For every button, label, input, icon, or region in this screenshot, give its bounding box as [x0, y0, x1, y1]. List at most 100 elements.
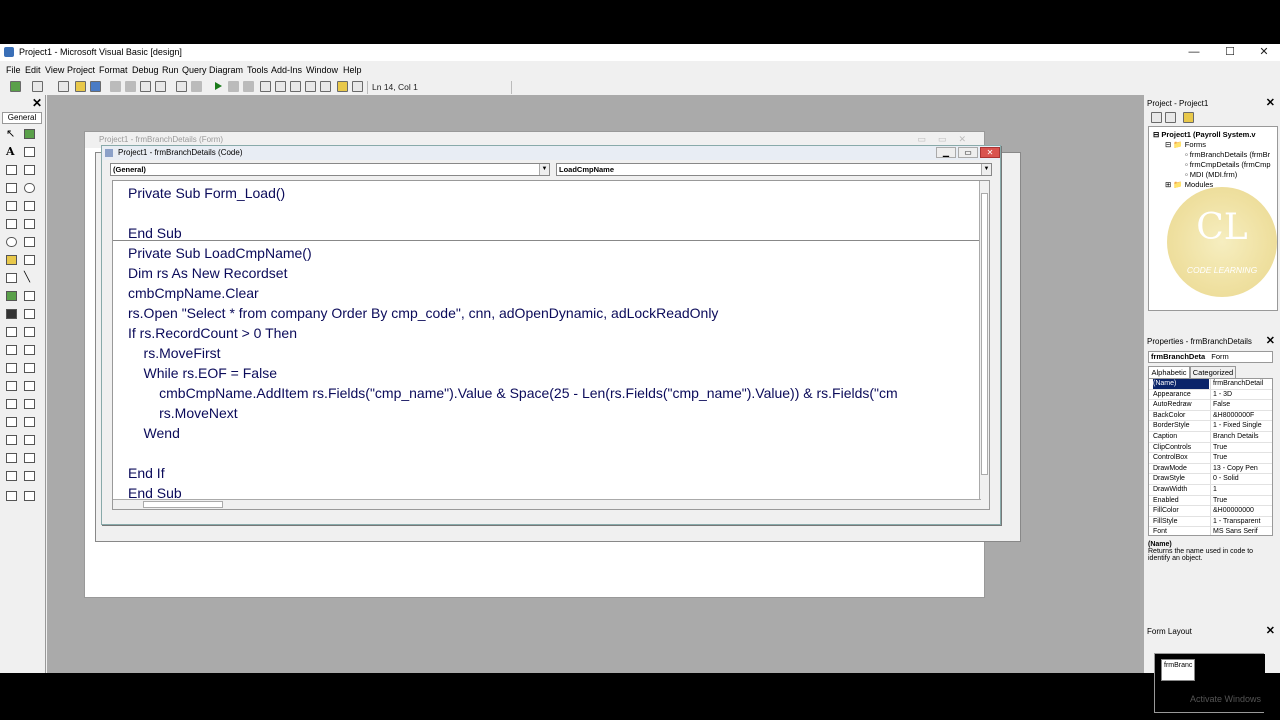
- code-restore-button[interactable]: ▭: [958, 147, 978, 158]
- property-value[interactable]: True: [1210, 495, 1266, 506]
- property-value[interactable]: MS Sans Serif: [1210, 527, 1266, 535]
- datacombo-tool-icon[interactable]: [24, 327, 35, 337]
- commandbutton-tool-icon[interactable]: [24, 165, 35, 175]
- tab-categorized[interactable]: Categorized: [1190, 366, 1236, 378]
- property-value[interactable]: True: [1210, 442, 1266, 453]
- tabstrip-tool-icon[interactable]: [6, 381, 17, 391]
- menu-window[interactable]: Window: [306, 65, 338, 75]
- menu-diagram[interactable]: Diagram: [209, 65, 243, 75]
- properties-object-selector[interactable]: frmBranchDeta Form: [1148, 351, 1273, 363]
- project-close-icon[interactable]: ✕: [1266, 97, 1275, 110]
- hscrollbar-tool-icon[interactable]: [6, 219, 17, 229]
- menu-edit[interactable]: Edit: [25, 65, 41, 75]
- menu-editor-icon[interactable]: [58, 81, 69, 92]
- property-row[interactable]: Enabled True: [1149, 495, 1272, 507]
- code-line[interactable]: Private Sub Form_Load(): [128, 185, 285, 201]
- code-line[interactable]: rs.Open "Select * from company Order By …: [128, 305, 718, 321]
- code-line[interactable]: Private Sub LoadCmpName(): [128, 245, 312, 261]
- save-project-icon[interactable]: [90, 81, 101, 92]
- property-row[interactable]: DrawWidth 1: [1149, 485, 1272, 496]
- property-value[interactable]: 1 - 3D: [1210, 389, 1266, 400]
- dirlistbox-tool-icon[interactable]: [6, 255, 17, 265]
- mshflexgrid-tool-icon[interactable]: [24, 417, 35, 427]
- toggle-folders-icon[interactable]: [1183, 112, 1194, 123]
- richtextbox-tool-icon[interactable]: [24, 471, 35, 481]
- line-tool-icon[interactable]: ╲: [24, 273, 35, 283]
- object-combo[interactable]: (General) ▼: [110, 163, 550, 176]
- minimize-button[interactable]: —: [1180, 44, 1208, 61]
- property-row[interactable]: (Name) frmBranchDetail: [1149, 379, 1272, 390]
- redo-icon[interactable]: [191, 81, 202, 92]
- datetimepicker-tool-icon[interactable]: [6, 435, 17, 445]
- toolbox-icon[interactable]: [320, 81, 331, 92]
- property-value[interactable]: 1 - Fixed Single: [1210, 421, 1266, 432]
- code-close-button[interactable]: ✕: [980, 147, 1000, 158]
- chevron-down-icon[interactable]: ▼: [981, 164, 991, 175]
- drivelistbox-tool-icon[interactable]: [24, 237, 35, 247]
- property-row[interactable]: Font MS Sans Serif: [1149, 527, 1272, 535]
- tab-alphabetic[interactable]: Alphabetic: [1148, 366, 1190, 378]
- coolbar-tool-icon[interactable]: [6, 471, 17, 481]
- toolbox-close-icon[interactable]: ✕: [32, 97, 42, 109]
- statusbar-tool-icon[interactable]: [6, 399, 17, 409]
- pointer-tool-icon[interactable]: ↖: [6, 129, 17, 140]
- datalist-tool-icon[interactable]: [6, 345, 17, 355]
- view-object-icon[interactable]: [1165, 112, 1176, 123]
- code-line[interactable]: End If: [128, 465, 165, 481]
- maximize-button[interactable]: ☐: [1216, 44, 1244, 61]
- menu-format[interactable]: Format: [99, 65, 128, 75]
- undo-icon[interactable]: [176, 81, 187, 92]
- code-editor[interactable]: Private Sub Form_Load() End Sub Private …: [112, 180, 990, 510]
- scroll-thumb[interactable]: [981, 193, 988, 475]
- label-tool-icon[interactable]: A: [6, 146, 17, 157]
- code-line[interactable]: If rs.RecordCount > 0 Then: [128, 325, 297, 341]
- toolbar-tool-icon[interactable]: [24, 381, 35, 391]
- code-line[interactable]: cmbCmpName.Clear: [128, 285, 259, 301]
- property-row[interactable]: BackColor &H8000000F: [1149, 410, 1272, 422]
- property-value[interactable]: &H8000000F: [1210, 410, 1266, 421]
- property-value[interactable]: frmBranchDetail: [1210, 379, 1266, 389]
- project-explorer-icon[interactable]: [260, 81, 271, 92]
- updown-tool-icon[interactable]: [6, 453, 17, 463]
- open-project-icon[interactable]: [75, 81, 86, 92]
- add-form-icon[interactable]: [32, 81, 43, 92]
- form-layout-icon[interactable]: [290, 81, 301, 92]
- paste-icon[interactable]: [140, 81, 151, 92]
- property-row[interactable]: ControlBox True: [1149, 453, 1272, 464]
- property-value[interactable]: 1: [1210, 485, 1266, 495]
- code-vertical-scrollbar[interactable]: [979, 181, 989, 509]
- property-row[interactable]: BorderStyle 1 - Fixed Single: [1149, 421, 1272, 432]
- form-layout-close-icon[interactable]: ✕: [1266, 625, 1275, 638]
- break-icon[interactable]: [228, 81, 239, 92]
- tree-item-form[interactable]: ▫ frmBranchDetails (frmBr: [1185, 150, 1270, 159]
- ole-tool-icon[interactable]: [6, 309, 17, 319]
- menu-help[interactable]: Help: [343, 65, 362, 75]
- animation-tool-icon[interactable]: [24, 453, 35, 463]
- code-line[interactable]: rs.MoveNext: [128, 405, 238, 421]
- property-value[interactable]: 0 - Solid: [1210, 474, 1266, 485]
- menu-addins[interactable]: Add-Ins: [271, 65, 302, 75]
- property-value[interactable]: &H00000000: [1210, 506, 1266, 517]
- slider-tool-icon[interactable]: [6, 417, 17, 427]
- treeview-tool-icon[interactable]: [24, 345, 35, 355]
- code-horizontal-scrollbar[interactable]: [113, 499, 981, 509]
- procedure-combo[interactable]: LoadCmpName ▼: [556, 163, 992, 176]
- menu-debug[interactable]: Debug: [132, 65, 159, 75]
- view-code-icon[interactable]: [1151, 112, 1162, 123]
- component-manager-icon[interactable]: [352, 81, 363, 92]
- tree-item-project[interactable]: ⊟ Project1 (Payroll System.v: [1153, 130, 1256, 139]
- cut-icon[interactable]: [110, 81, 121, 92]
- data-view-icon[interactable]: [337, 81, 348, 92]
- copy-icon[interactable]: [125, 81, 136, 92]
- form-layout-form[interactable]: frmBranc: [1161, 659, 1195, 681]
- tree-item-form[interactable]: ▫ frmCmpDetails (frmCmp: [1185, 160, 1271, 169]
- scroll-thumb[interactable]: [143, 501, 223, 508]
- tree-item-modules-folder[interactable]: ⊞ 📁 Modules: [1165, 180, 1213, 189]
- datagrid-tool-icon[interactable]: [6, 327, 17, 337]
- properties-window-icon[interactable]: [275, 81, 286, 92]
- data-tool-icon[interactable]: [24, 291, 35, 301]
- property-value[interactable]: Branch Details: [1210, 432, 1266, 442]
- property-row[interactable]: Appearance 1 - 3D: [1149, 389, 1272, 401]
- progressbar-tool-icon[interactable]: [24, 399, 35, 409]
- property-row[interactable]: ClipControls True: [1149, 442, 1272, 454]
